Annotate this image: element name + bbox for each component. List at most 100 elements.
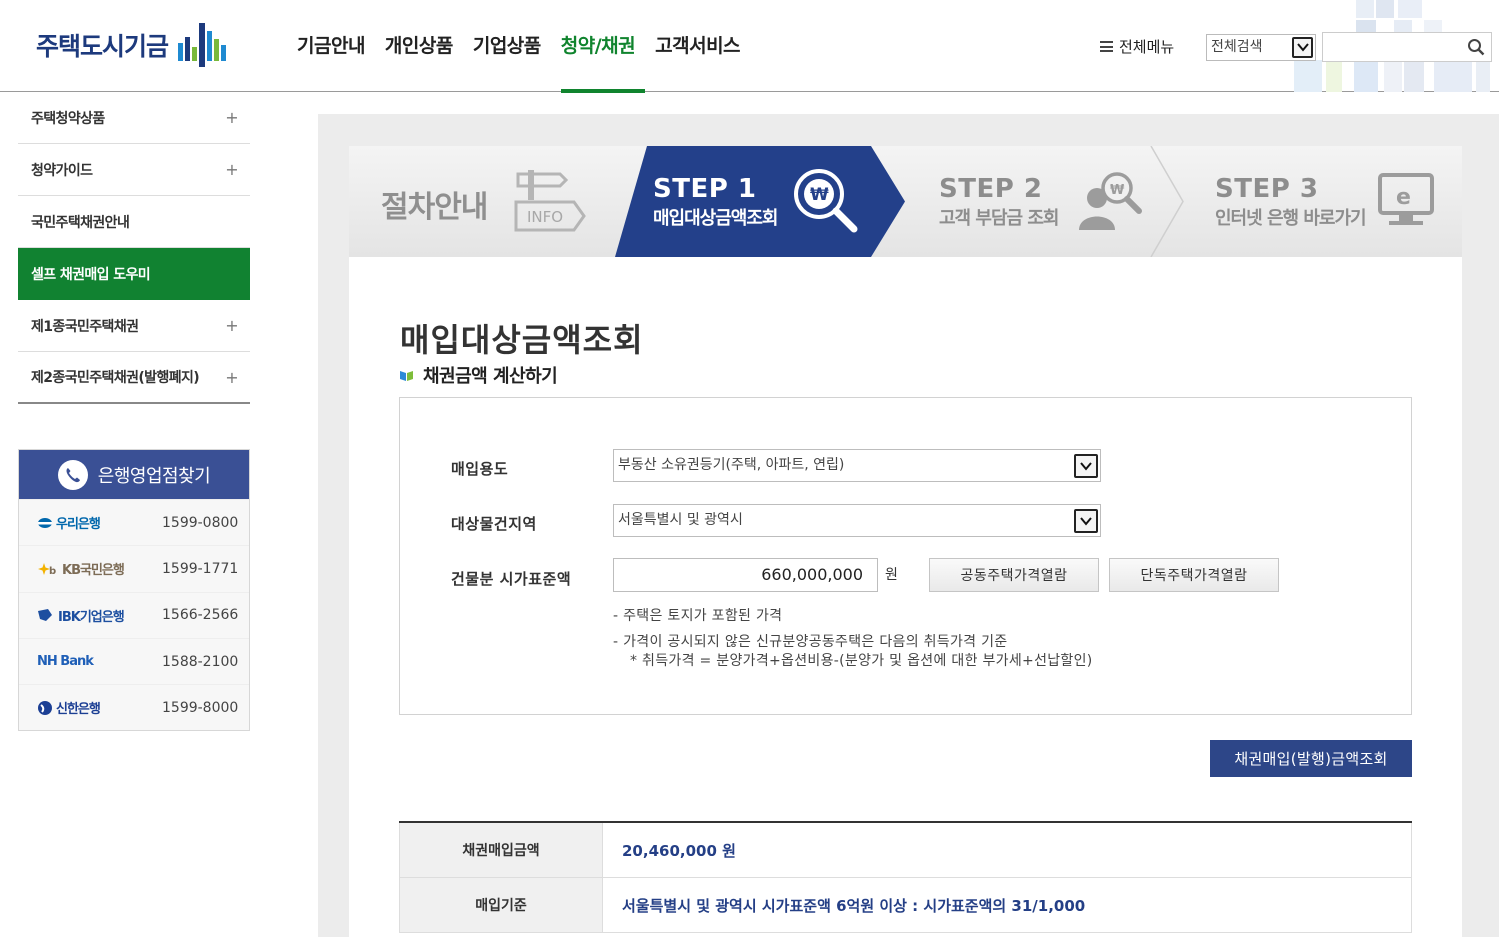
note-new-apartment: - 가격이 공시되지 않은 신규분양공동주택은 다음의 취득가격 기준 bbox=[613, 634, 1008, 650]
section-title-text: 채권금액 계산하기 bbox=[423, 366, 558, 387]
bank-row-ibk[interactable]: IBK기업은행 1566-2566 bbox=[19, 591, 249, 638]
step-intro: 절차안내 INFO bbox=[349, 146, 619, 257]
nh-bank-logo: NH Bank bbox=[19, 654, 162, 669]
info-signpost-icon: INFO bbox=[514, 170, 586, 232]
table-row: 매입기준 서울특별시 및 광역시 시가표준액 6억원 이상 : 시가표준액의 3… bbox=[399, 878, 1412, 933]
nav-subscription-bonds[interactable]: 청약/채권 bbox=[560, 0, 646, 93]
expand-icon: + bbox=[225, 367, 238, 387]
bond-amount-label: 채권매입금액 bbox=[399, 823, 603, 877]
all-menu-button[interactable]: 전체메뉴 bbox=[1100, 36, 1174, 57]
step-3: STEP 3 인터넷 은행 바로가기 e bbox=[1185, 146, 1462, 257]
nav-fund-info[interactable]: 기금안내 bbox=[297, 0, 375, 92]
region-select[interactable]: 서울특별시 및 광역시 bbox=[613, 504, 1101, 537]
bank-name: NH Bank bbox=[37, 654, 94, 670]
step1-title: STEP 1 bbox=[653, 174, 757, 204]
bond-amount-lookup-button[interactable]: 채권매입(발행)금액조회 bbox=[1210, 740, 1412, 777]
shinhan-logo-icon bbox=[38, 700, 52, 715]
svg-text:₩: ₩ bbox=[810, 185, 829, 205]
sidebar-item-subscription-guide[interactable]: 청약가이드 + bbox=[18, 144, 250, 196]
all-menu-label: 전체메뉴 bbox=[1119, 38, 1175, 56]
region-label: 대상물건지역 bbox=[451, 515, 537, 533]
sidebar-item-self-bond-helper[interactable]: 셀프 채권매입 도우미 bbox=[18, 248, 250, 300]
search-icon[interactable] bbox=[1467, 38, 1485, 56]
logo-text: 주택도시기금 bbox=[36, 32, 169, 61]
result-table: 채권매입금액 20,460,000 원 매입기준 서울특별시 및 광역시 시가표… bbox=[399, 821, 1412, 933]
calc-form: 매입용도 부동산 소유권등기(주택, 아파트, 연립) 대상물건지역 서울특별시… bbox=[399, 397, 1412, 715]
step3-title: STEP 3 bbox=[1215, 174, 1319, 204]
sidebar-item-subscription-products[interactable]: 주택청약상품 + bbox=[18, 92, 250, 144]
sidebar-item-label: 셀프 채권매입 도우미 bbox=[31, 266, 151, 283]
sidebar-item-label: 국민주택채권안내 bbox=[31, 214, 130, 231]
svg-text:b: b bbox=[49, 566, 56, 576]
book-bullet-icon bbox=[400, 371, 413, 381]
customer-search-icon: ₩ bbox=[1079, 172, 1142, 230]
side-navigation: 주택청약상품 + 청약가이드 + 국민주택채권안내 셀프 채권매입 도우미 제1… bbox=[18, 92, 250, 404]
info-icon-text: INFO bbox=[527, 208, 563, 226]
sidebar-item-label: 주택청약상품 bbox=[31, 110, 105, 127]
apartment-price-button[interactable]: 공동주택가격열람 bbox=[929, 558, 1099, 592]
bank-tel: 1566-2566 bbox=[162, 607, 239, 624]
site-logo[interactable]: 주택도시기금 bbox=[36, 20, 228, 70]
nav-corporate-products[interactable]: 기업상품 bbox=[473, 0, 551, 92]
sidebar-item-label: 청약가이드 bbox=[31, 162, 93, 179]
ibk-logo-icon bbox=[38, 609, 52, 622]
site-header: 주택도시기금 기금안내 개인상품 기업상품 청약/채권 고객서비스 전체메뉴 전… bbox=[0, 0, 1499, 93]
step2-subtitle: 고객 부담금 조회 bbox=[939, 208, 1059, 229]
kb-bank-logo: b KB국민은행 bbox=[19, 559, 162, 578]
sidebar-item-label: 제2종국민주택채권(발행폐지) bbox=[31, 370, 200, 386]
nav-personal-products[interactable]: 개인상품 bbox=[385, 0, 463, 92]
main-navigation: 기금안내 개인상품 기업상품 청약/채권 고객서비스 bbox=[297, 0, 760, 93]
bank-tel: 1599-1771 bbox=[162, 560, 239, 577]
price-unit: 원 bbox=[885, 567, 898, 583]
section-title: 채권금액 계산하기 bbox=[400, 362, 558, 388]
hamburger-icon bbox=[1100, 41, 1113, 52]
price-input[interactable]: 660,000,000 bbox=[613, 558, 878, 592]
chevron-down-icon bbox=[1074, 454, 1098, 478]
svg-text:e: e bbox=[1396, 185, 1411, 210]
house-price-button[interactable]: 단독주택가격열람 bbox=[1109, 558, 1279, 592]
internet-monitor-icon: e bbox=[1378, 173, 1434, 225]
purchase-basis-value: 서울특별시 및 광역시 시가표준액 6억원 이상 : 시가표준액의 31/1,0… bbox=[603, 878, 1412, 932]
search-scope-select[interactable]: 전체검색 bbox=[1206, 34, 1316, 61]
bank-finder-header[interactable]: 은행영업점찾기 bbox=[19, 450, 249, 499]
bank-finder-title: 은행영업점찾기 bbox=[97, 465, 211, 487]
step1-subtitle: 매입대상금액조회 bbox=[653, 208, 778, 229]
bank-name: 우리은행 bbox=[56, 517, 101, 533]
nav-customer-service[interactable]: 고객서비스 bbox=[655, 0, 750, 92]
expand-icon: + bbox=[225, 108, 238, 127]
chevron-down-icon bbox=[1292, 37, 1313, 58]
step-1: STEP 1 매입대상금액조회 ₩ bbox=[615, 146, 905, 257]
bank-name: 신한은행 bbox=[56, 702, 101, 718]
bank-row-nh[interactable]: NH Bank 1588-2100 bbox=[19, 637, 249, 685]
purpose-select[interactable]: 부동산 소유권등기(주택, 아파트, 연립) bbox=[613, 449, 1101, 482]
bank-row-shinhan[interactable]: 신한은행 1599-8000 bbox=[19, 684, 249, 731]
step-2: STEP 2 고객 부담금 조회 ₩ bbox=[909, 146, 1179, 257]
step-intro-label: 절차안내 bbox=[381, 190, 488, 225]
bank-tel: 1599-8000 bbox=[162, 699, 239, 716]
bank-row-kb[interactable]: b KB국민은행 1599-1771 bbox=[19, 545, 249, 592]
svg-text:₩: ₩ bbox=[1110, 183, 1125, 198]
bank-row-woori[interactable]: 우리은행 1599-0800 bbox=[19, 499, 249, 546]
region-select-value: 서울특별시 및 광역시 bbox=[618, 512, 743, 528]
shinhan-bank-logo: 신한은행 bbox=[19, 698, 162, 717]
step-divider bbox=[1150, 146, 1184, 257]
bank-branch-finder: 은행영업점찾기 우리은행 1599-0800 b KB국민은행 1599-177… bbox=[18, 449, 250, 732]
purpose-select-value: 부동산 소유권등기(주택, 아파트, 연립) bbox=[618, 457, 845, 473]
ibk-bank-logo: IBK기업은행 bbox=[19, 606, 162, 625]
note-land-included: - 주택은 토지가 포함된 가격 bbox=[613, 608, 783, 624]
expand-icon: + bbox=[225, 160, 238, 179]
kb-star-icon: b bbox=[38, 562, 57, 576]
chevron-down-icon bbox=[1074, 509, 1098, 533]
bank-tel: 1599-0800 bbox=[162, 514, 239, 531]
purchase-basis-label: 매입기준 bbox=[399, 878, 603, 932]
sidebar-item-label: 제1종국민주택채권 bbox=[31, 318, 139, 335]
phone-icon bbox=[57, 459, 88, 490]
bank-tel: 1588-2100 bbox=[162, 653, 239, 670]
price-label: 건물분 시가표준액 bbox=[451, 570, 572, 588]
sidebar-item-type2-bond[interactable]: 제2종국민주택채권(발행폐지) + bbox=[18, 352, 250, 404]
sidebar-item-bond-info[interactable]: 국민주택채권안내 bbox=[18, 196, 250, 248]
step2-title: STEP 2 bbox=[939, 174, 1043, 204]
bank-name: KB국민은행 bbox=[62, 563, 125, 579]
search-scope-value: 전체검색 bbox=[1211, 39, 1263, 55]
sidebar-item-type1-bond[interactable]: 제1종국민주택채권 + bbox=[18, 300, 250, 352]
